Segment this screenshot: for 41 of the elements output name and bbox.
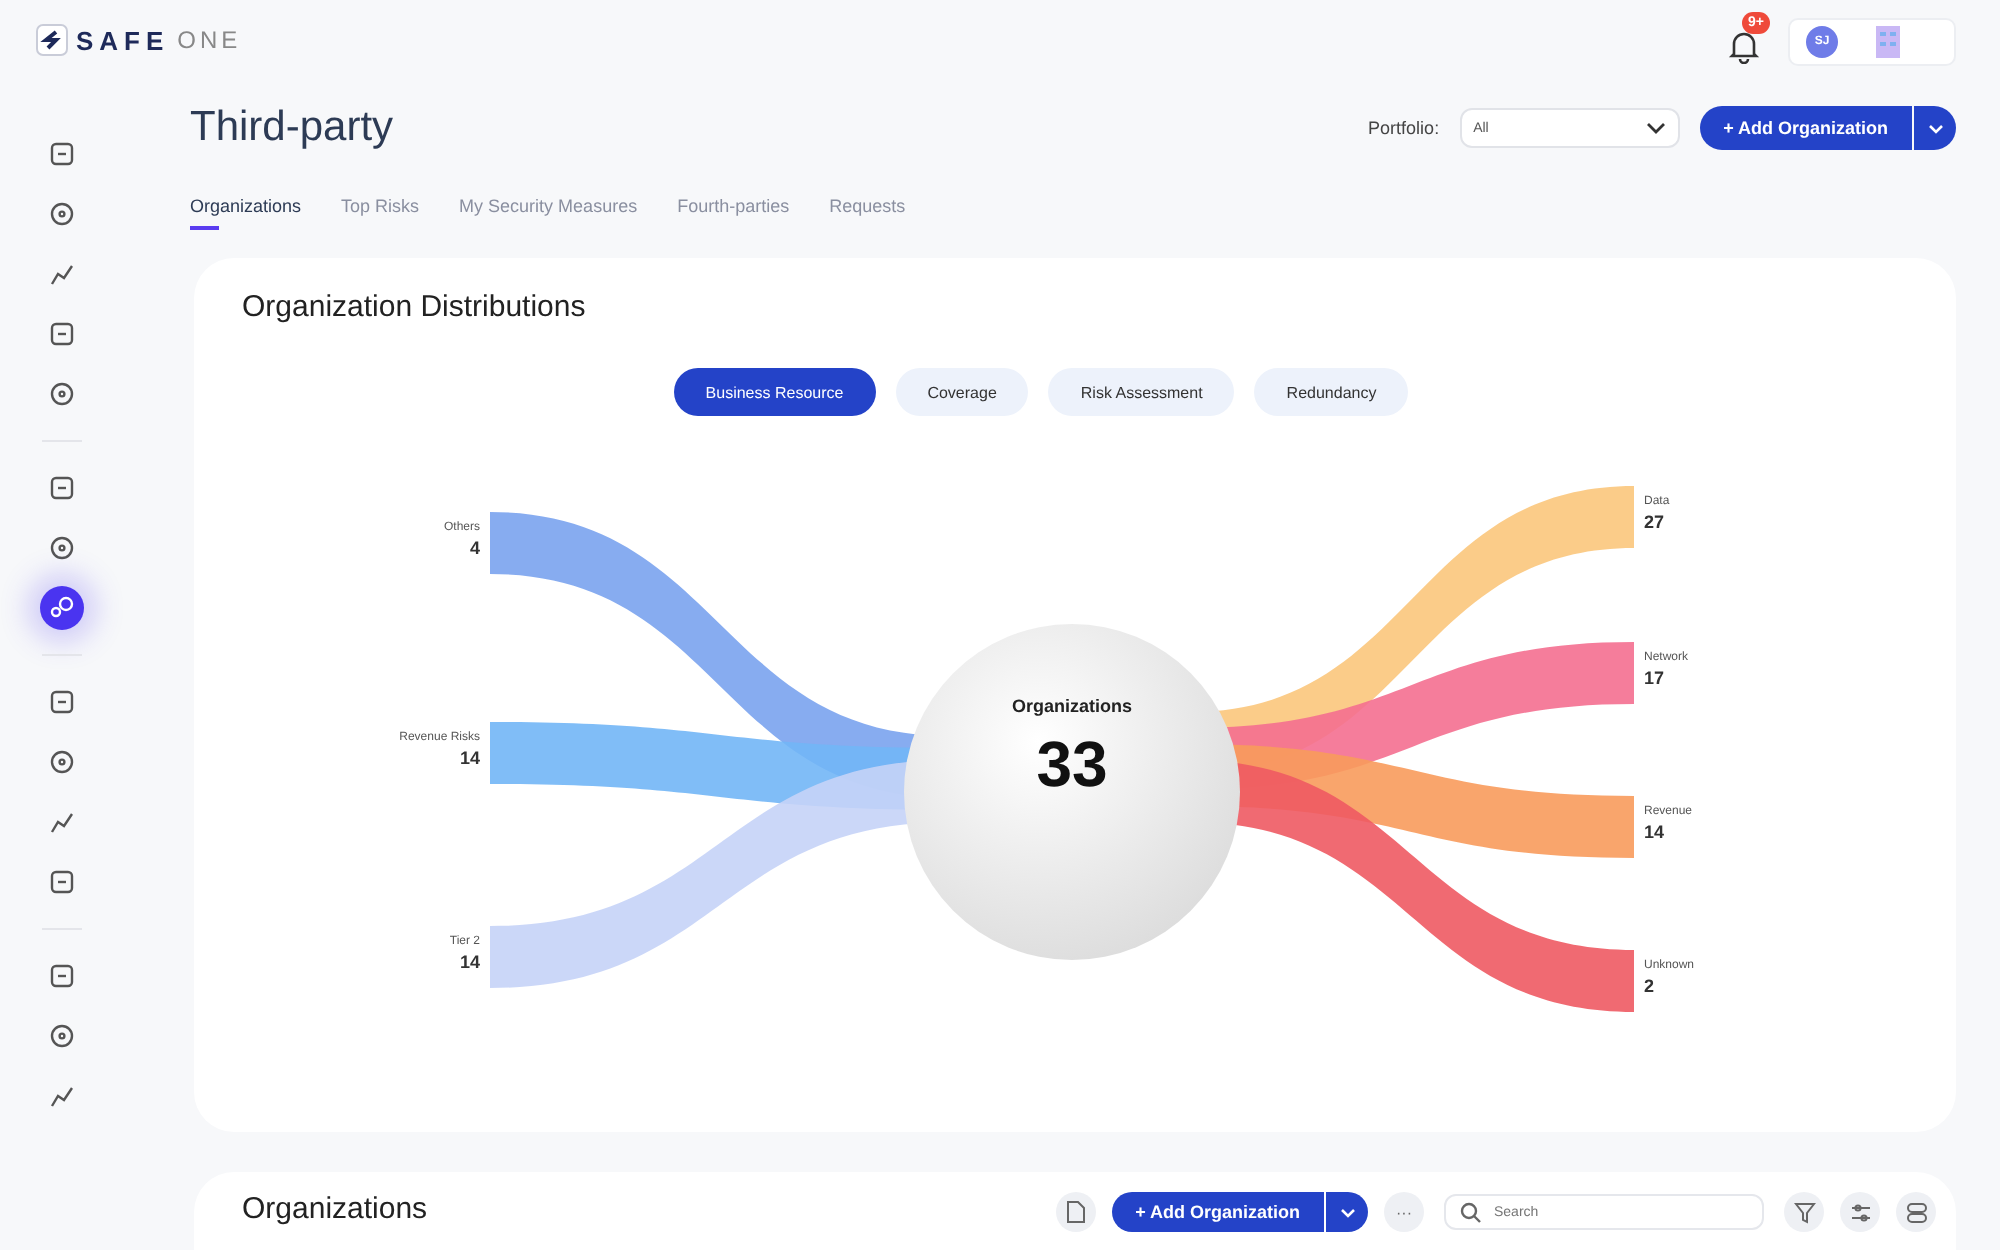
card-title: Organizations <box>242 1192 428 1230</box>
center-label: Organizations <box>1011 696 1132 716</box>
sidebar-item[interactable] <box>40 586 84 630</box>
filter-pill[interactable]: Business Resource <box>673 368 876 416</box>
filter-pill[interactable]: Risk Assessment <box>1048 368 1235 416</box>
document-icon <box>1065 1200 1086 1224</box>
node-value: 27 <box>1644 512 1665 532</box>
export-button[interactable] <box>1055 1192 1096 1232</box>
card-title: Organization Distributions <box>242 290 588 324</box>
logo-suffix: ONE <box>177 26 242 54</box>
dropdown-button[interactable] <box>1326 1192 1368 1232</box>
tab[interactable]: Organizations <box>190 196 302 230</box>
more-button[interactable]: ··· <box>1384 1192 1424 1232</box>
filter-pill[interactable]: Coverage <box>895 368 1029 416</box>
node-value: 14 <box>1644 822 1665 842</box>
add-organization-button[interactable]: + Add Organization <box>1699 106 1912 150</box>
node-value: 2 <box>1644 976 1655 996</box>
filter-pill[interactable]: Redundancy <box>1254 368 1409 416</box>
node-value: 4 <box>469 538 480 558</box>
search-icon <box>1460 1202 1482 1224</box>
center-value: 33 <box>1036 728 1108 802</box>
page-title: Third-party <box>190 104 394 152</box>
logo-icon <box>36 24 68 56</box>
sliders-button[interactable] <box>1840 1192 1880 1232</box>
chevron-down-icon <box>1645 122 1666 134</box>
filter-icon <box>1793 1201 1815 1223</box>
bubbles-icon <box>48 594 76 622</box>
logo-text: SAFE <box>76 25 170 55</box>
bell-icon[interactable] <box>1728 28 1760 64</box>
building-icon <box>1874 24 1902 60</box>
node-value: 14 <box>459 748 480 768</box>
filter-button[interactable] <box>1784 1192 1824 1232</box>
portfolio-label: Portfolio: <box>1368 118 1440 138</box>
columns-button[interactable] <box>1896 1192 1936 1232</box>
stack-icon <box>1905 1201 1927 1223</box>
add-organization-button[interactable]: + Add Organization <box>1111 1192 1324 1232</box>
caret-icon <box>1339 1207 1355 1217</box>
node-value: 14 <box>459 952 480 972</box>
dropdown-button[interactable] <box>1914 106 1956 150</box>
caret-icon <box>1927 123 1943 133</box>
node-value: 17 <box>1644 668 1665 688</box>
